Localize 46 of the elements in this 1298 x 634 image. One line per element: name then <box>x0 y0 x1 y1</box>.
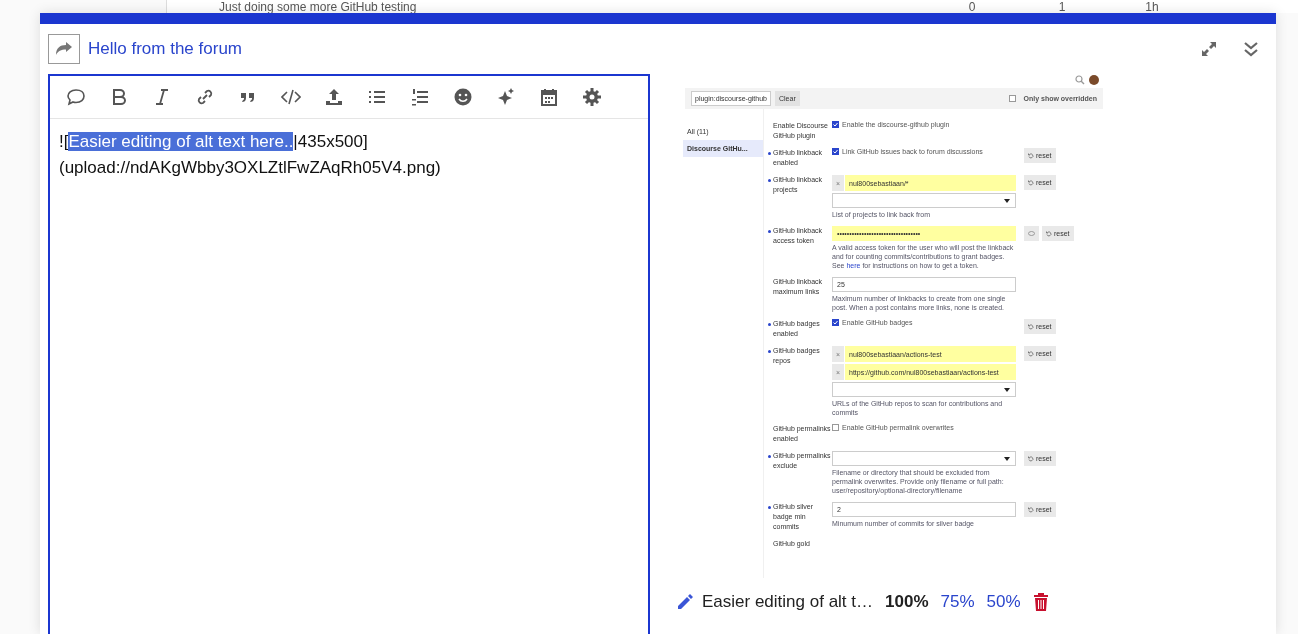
link-icon <box>195 87 215 107</box>
numbered-list-icon <box>410 87 430 107</box>
undo-icon <box>1028 350 1034 357</box>
smiley-icon <box>453 87 473 107</box>
caret-icon <box>1004 456 1010 461</box>
share-arrow-icon <box>55 41 73 57</box>
reply-button[interactable] <box>48 34 80 64</box>
topic-stat: 0 <box>967 0 977 14</box>
editor-text[interactable]: ![Easier editing of alt text here..|435x500] (upload://ndAKgWbby3OXLZtlFwZAqRh05V4.png) <box>50 119 648 634</box>
checkbox[interactable] <box>832 319 839 326</box>
eye-icon <box>1028 231 1035 236</box>
search-icon <box>1075 75 1085 85</box>
undo-icon <box>1028 179 1034 186</box>
undo-icon <box>1028 323 1034 330</box>
checkbox[interactable] <box>1009 95 1017 102</box>
checkbox[interactable] <box>832 121 839 128</box>
trash-icon[interactable] <box>1032 592 1049 612</box>
checkbox[interactable] <box>832 148 839 155</box>
sparkle-icon <box>496 87 516 107</box>
settings-icon <box>582 87 602 107</box>
dropdown-field[interactable] <box>832 451 1016 466</box>
dropdown-field[interactable] <box>832 193 1016 208</box>
caret-icon <box>1004 198 1010 203</box>
undo-icon <box>1028 152 1034 159</box>
code-icon <box>281 87 301 107</box>
double-chevron-down-icon <box>1243 40 1259 58</box>
topic-stat: 1 <box>1057 0 1067 14</box>
reply-title-link[interactable]: Hello from the forum <box>88 39 242 59</box>
undo-icon <box>1046 230 1052 237</box>
avatar <box>1089 75 1099 85</box>
undo-icon <box>1028 506 1034 513</box>
calendar-icon <box>539 87 559 107</box>
scale-link[interactable]: 100% <box>885 592 929 612</box>
alt-text: Easier editing of alt t… <box>702 592 874 612</box>
pencil-icon[interactable] <box>676 593 694 611</box>
expand-icon <box>1200 40 1218 58</box>
dropdown-field[interactable] <box>832 382 1016 397</box>
checkbox[interactable] <box>832 424 839 431</box>
scale-link[interactable]: 50% <box>986 592 1021 612</box>
topic-title: Just doing some more GitHub testing <box>219 0 418 14</box>
topic-stat: 1h <box>1144 0 1160 14</box>
speech-bubble-icon <box>66 87 86 107</box>
undo-icon <box>1028 455 1034 462</box>
scale-link[interactable]: 75% <box>940 592 975 612</box>
upload-icon <box>324 87 344 107</box>
caret-icon <box>1004 387 1010 392</box>
